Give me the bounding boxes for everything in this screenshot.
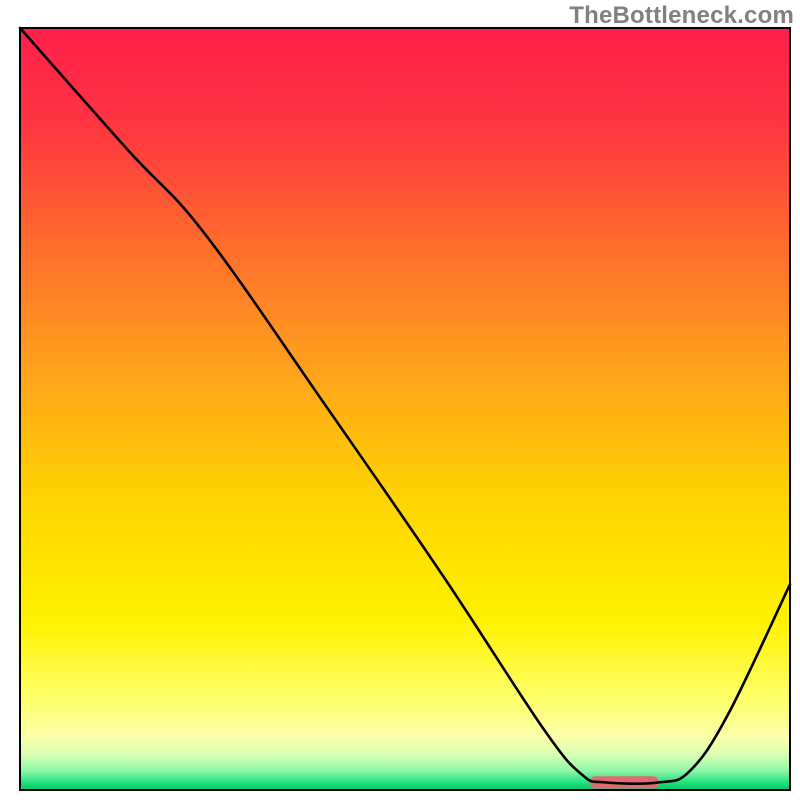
chart-stage: TheBottleneck.com bbox=[0, 0, 800, 800]
bottleneck-chart bbox=[0, 0, 800, 800]
plot-background bbox=[20, 28, 790, 790]
watermark-text: TheBottleneck.com bbox=[569, 2, 794, 30]
